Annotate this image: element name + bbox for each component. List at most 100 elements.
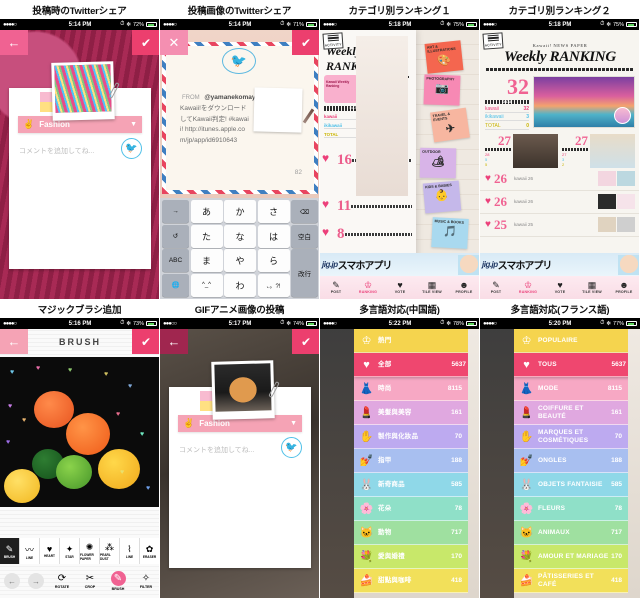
nav-ranking[interactable]: ♔ RANKING [352,276,384,299]
nav-post[interactable]: ✎ POST [480,276,512,299]
sticky-photography[interactable]: PHOTOGRAPHY 📷 [423,74,461,106]
twitter-share-toggle[interactable]: 🐦 [121,138,142,159]
drawer-item-animals[interactable]: 🐱 動物 717 [354,521,468,545]
activity-menu-button[interactable]: ACTIVITY [482,32,504,50]
tool-filter[interactable]: ✧ FILTER [132,573,159,589]
rank-thumbnails[interactable] [598,194,635,209]
drawer-item-hair-beauty[interactable]: 💄 美髮與美容 161 [354,401,468,425]
rank-list-item[interactable]: ♥ 25 kawaii 25 [480,214,639,237]
tool-crop[interactable]: ✂ CROP [76,573,104,589]
brush-option-pearl-dust[interactable]: ⁂ PEARL DUST [100,538,120,564]
nav-post[interactable]: ✎ POST [320,276,352,299]
tool-brush[interactable]: ✎ BRUSH [104,571,132,591]
activity-menu-button[interactable]: ACTIVITY [322,32,344,50]
rank-row-3[interactable]: 8 [322,225,412,243]
brush-option-flower-paper[interactable]: ✺ FLOWER PAPER [80,538,100,564]
key-undo[interactable]: ↺ [162,224,189,248]
confirm-button[interactable]: ✔ [292,329,319,354]
rank-thumbnails[interactable] [598,171,635,186]
attached-photo[interactable] [253,87,303,133]
drawer-item-novelty[interactable]: 🐰 OBJETS FANTAISIE 585 [514,473,628,497]
brush-option-eraser[interactable]: ✿ ERASER [140,538,159,564]
brush-option-line-2[interactable]: ⌇ LINE [120,538,140,564]
brush-option-brush[interactable]: ✎ BRUSH [0,538,20,564]
comment-input[interactable]: コメントを追加してね... [19,146,95,156]
key-return[interactable]: 改行 [291,249,318,297]
send-button[interactable]: ✔ [292,30,319,55]
tweet-text-input[interactable]: Kawaii!をダウンロードしてKawaii判定! #kawaii! http:… [180,104,252,147]
rank-list-item[interactable]: ♥ 26 kawaii 26 [480,168,639,191]
drawer-item-sweets-cafe[interactable]: 🍰 甜點與咖啡 418 [354,569,468,593]
rank-entry[interactable]: 27 28 5 5 [485,133,558,168]
nav-profile[interactable]: ☻ PROFILE [448,276,479,299]
nav-tile-view[interactable]: ▦ TILE VIEW [416,276,448,299]
key-a[interactable]: あ [190,200,223,224]
sticky-travel-events[interactable]: TRAVEL & EVENTS ✈ [430,107,470,143]
brush-option-star[interactable]: ✦ STAR [60,538,80,564]
drawer-item-nails[interactable]: 💅 指甲 188 [354,449,468,473]
back-button[interactable]: ← [0,30,28,55]
key-next[interactable]: → [162,200,189,224]
category-drawer[interactable]: ♔ POPULAIRE ♥ TOUS 5637 👗 MODE 8115 � [514,329,628,598]
japanese-keyboard[interactable]: → あ か さ ⌫ ↺ た な は 空白 ABC ま や ら 改行 🌐 ^_^ … [160,198,319,299]
drawer-item-love-wedding[interactable]: 💐 愛與婚禮 170 [354,545,468,569]
category-drawer[interactable]: ♔ 熱門 ♥ 全部 5637 👗 時尚 8115 💄 美髮與美容 161 ✋ 製… [354,329,468,598]
rank-entry[interactable]: 27 27 3 2 [562,133,635,168]
sticky-kids-babies[interactable]: KIDS & BABIES 👶 [422,180,462,214]
nav-vote[interactable]: ♥ VOTE [544,276,576,299]
drawer-item-cosmetics[interactable]: ✋ 製作與化妝品 70 [354,425,468,449]
key-backspace[interactable]: ⌫ [291,200,318,224]
rank-photo[interactable] [513,133,558,168]
back-button[interactable]: ← [160,329,188,354]
drawer-item-love-wedding[interactable]: 💐 AMOUR ET MARIAGE 170 [514,545,628,569]
undo-button[interactable]: ← [4,573,20,589]
rank-row-2[interactable]: 11 [322,197,412,215]
sticky-outdoor[interactable]: OUTDOOR 🏕 [419,147,457,179]
drawer-item-animals[interactable]: 🐱 ANIMAUX 717 [514,521,628,545]
drawer-item-cosmetics[interactable]: ✋ MARQUES ET COSMÉTIQUES 70 [514,425,628,449]
twitter-share-toggle[interactable]: 🐦 [281,437,302,458]
drawer-item-fashion[interactable]: 👗 時尚 8115 [354,377,468,401]
nav-vote[interactable]: ♥ VOTE [384,276,416,299]
key-ha[interactable]: は [257,224,290,248]
globe-icon[interactable]: 🌐 [162,273,189,297]
brush-picker-strip[interactable]: ✎ BRUSH 〰 LINE ♥ HEART ✦ STAR ✺ FLOWER PAPER … [0,538,159,564]
nav-tile-view[interactable]: ▦ TILE VIEW [576,276,608,299]
back-button[interactable]: ← [0,329,28,354]
key-space[interactable]: 空白 [291,224,318,248]
drawer-item-fashion[interactable]: 👗 MODE 8115 [514,377,628,401]
key-punctuation[interactable]: 、。?! [257,273,290,297]
redo-button[interactable]: → [28,573,44,589]
nav-profile[interactable]: ☻ PROFILE [608,276,639,299]
drawer-item-nails[interactable]: 💅 ONGLES 188 [514,449,628,473]
key-abc[interactable]: ABC [162,249,189,273]
drawer-item-all[interactable]: ♥ TOUS 5637 [514,353,628,377]
drawer-item-all[interactable]: ♥ 全部 5637 [354,353,468,377]
confirm-button[interactable]: ✔ [132,30,159,55]
drawer-item-hair-beauty[interactable]: 💄 COIFFURE ET BEAUTÉ 161 [514,401,628,425]
dimmed-content-behind-drawer[interactable] [320,329,354,598]
sticky-art-illustrations[interactable]: ART & ILLUSTRATIONS 🎨 [424,40,464,74]
confirm-button[interactable]: ✔ [132,329,159,354]
nav-ranking[interactable]: ♔ RANKING [512,276,544,299]
key-wa[interactable]: わ [224,273,256,297]
key-ya[interactable]: や [224,249,256,273]
comment-input[interactable]: コメントを追加してね... [179,445,255,455]
top-entry-photo[interactable] [533,75,635,128]
brush-option-line[interactable]: 〰 LINE [20,538,40,564]
drawer-item-flowers[interactable]: 🌸 FLEURS 78 [514,497,628,521]
drawer-item-flowers[interactable]: 🌸 花朵 78 [354,497,468,521]
key-ma[interactable]: ま [190,249,223,273]
rank-list-item[interactable]: ♥ 26 kawaii 26 [480,191,639,214]
brush-option-heart[interactable]: ♥ HEART [40,538,60,564]
rank-thumbnails[interactable] [598,217,635,232]
key-ka[interactable]: か [224,200,256,224]
rank-photo[interactable] [590,133,635,168]
key-sa[interactable]: さ [257,200,290,224]
avatar[interactable] [614,106,631,124]
drawer-item-novelty[interactable]: 🐰 新奇商品 585 [354,473,468,497]
photo-thumbnail[interactable] [51,61,115,121]
key-emoticon[interactable]: ^_^ [190,273,223,297]
close-button[interactable]: ✕ [160,30,188,55]
edit-canvas[interactable]: ♥ ♥ ♥ ♥ ♥ ♥ ♥ ♥ ♥ ♥ ♥ ♥ [0,357,159,507]
